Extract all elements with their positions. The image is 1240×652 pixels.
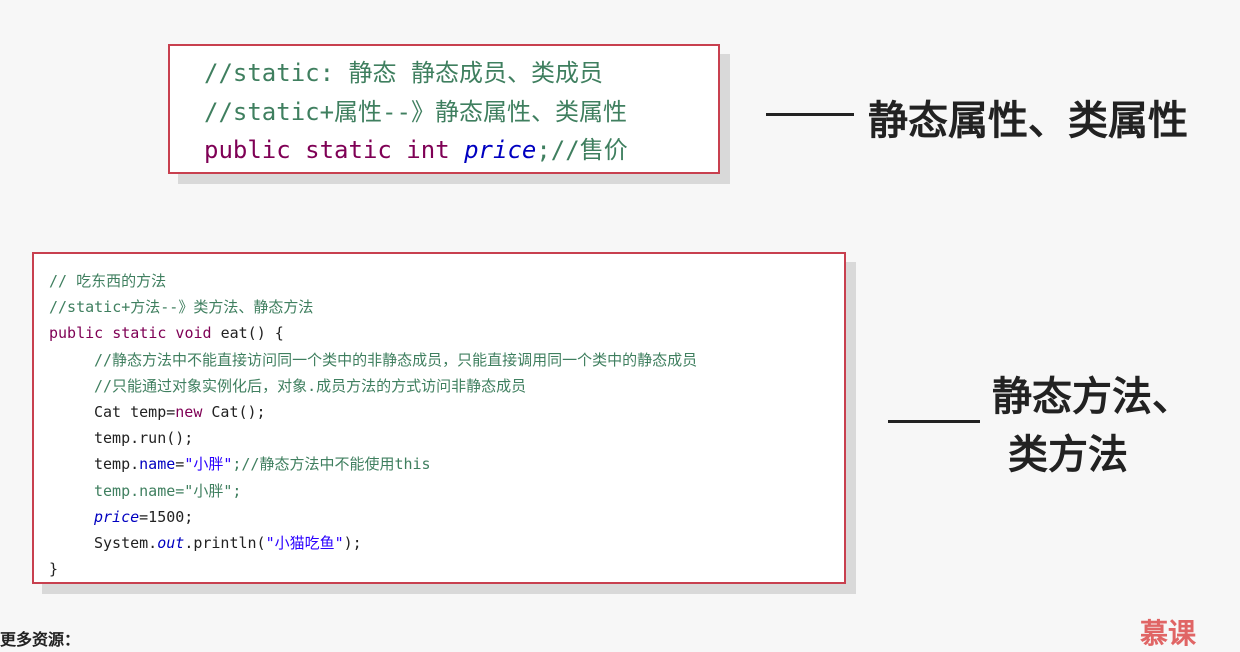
- code-close: );: [343, 533, 362, 552]
- code-var: temp: [130, 402, 167, 421]
- code-method-sig: eat() {: [220, 324, 284, 343]
- code-keywords: public static void: [49, 324, 221, 343]
- watermark-text: 更多资源：: [0, 630, 81, 649]
- code-assign: =1500;: [139, 507, 194, 526]
- code-call: .println(: [184, 533, 266, 552]
- code-call: .run();: [130, 429, 194, 448]
- code-snippet-static-field: //static: 静态 静态成员、类成员 //static+属性--》静态属性…: [168, 44, 720, 174]
- logo: 慕课: [1140, 617, 1197, 650]
- label-dash-1: [766, 113, 854, 116]
- code-out: out: [157, 533, 185, 552]
- code-line-comment-2: //static+属性--》静态属性、类属性: [204, 97, 627, 126]
- code-var: temp: [94, 429, 131, 448]
- code-line-1: // 吃东西的方法: [49, 272, 167, 290]
- code-line-2: //static+方法--》类方法、静态方法: [49, 298, 314, 317]
- code-line-5: //只能通过对象实例化后，对象.成员方法的方式访问非静态成员: [94, 376, 527, 395]
- code-line-9: temp.name="小胖";: [94, 481, 242, 500]
- code-class: System.: [94, 533, 158, 552]
- code-field-name: name: [139, 455, 176, 474]
- code-line-7: temp.run();: [49, 425, 844, 451]
- code-snippet-static-method: // 吃东西的方法 //static+方法--》类方法、静态方法 public …: [32, 252, 846, 584]
- code-op: =: [166, 402, 176, 421]
- code-dot: .: [130, 455, 140, 474]
- label-static-field: 静态属性、类属性: [868, 98, 1188, 144]
- code-line-declaration: public static int price;//售价: [204, 131, 718, 170]
- code-line-10: price=1500;: [49, 504, 844, 530]
- code-field-price: price: [464, 136, 537, 164]
- code-string: "小猫吃鱼": [265, 533, 344, 552]
- label-static-method-1: 静态方法、: [992, 374, 1192, 420]
- code-op: =: [175, 455, 185, 474]
- code-field-price: price: [94, 507, 140, 526]
- label-static-method-2: 类方法: [1008, 432, 1128, 478]
- code-line-3: public static void eat() {: [49, 320, 844, 346]
- code-var: temp: [94, 455, 131, 474]
- code-line-11: System.out.println("小猫吃鱼");: [49, 530, 844, 556]
- code-line-6: Cat temp=new Cat();: [49, 399, 844, 425]
- code-comment-price: ;//售价: [536, 136, 628, 164]
- code-new: new: [175, 402, 203, 421]
- code-line-8: temp.name="小胖";//静态方法中不能使用this: [49, 451, 844, 477]
- code-type: Cat: [94, 402, 131, 421]
- code-line-4: //静态方法中不能直接访问同一个类中的非静态成员，只能直接调用同一个类中的静态成…: [94, 350, 698, 369]
- code-keywords: public static int: [204, 136, 465, 164]
- code-line-comment-1: //static: 静态 静态成员、类成员: [204, 59, 603, 87]
- code-ctor: Cat();: [202, 402, 266, 421]
- code-line-12: }: [49, 560, 59, 579]
- code-string: "小胖": [184, 455, 233, 474]
- code-comment: ;//静态方法中不能使用this: [232, 455, 431, 474]
- label-dash-2: [888, 420, 980, 423]
